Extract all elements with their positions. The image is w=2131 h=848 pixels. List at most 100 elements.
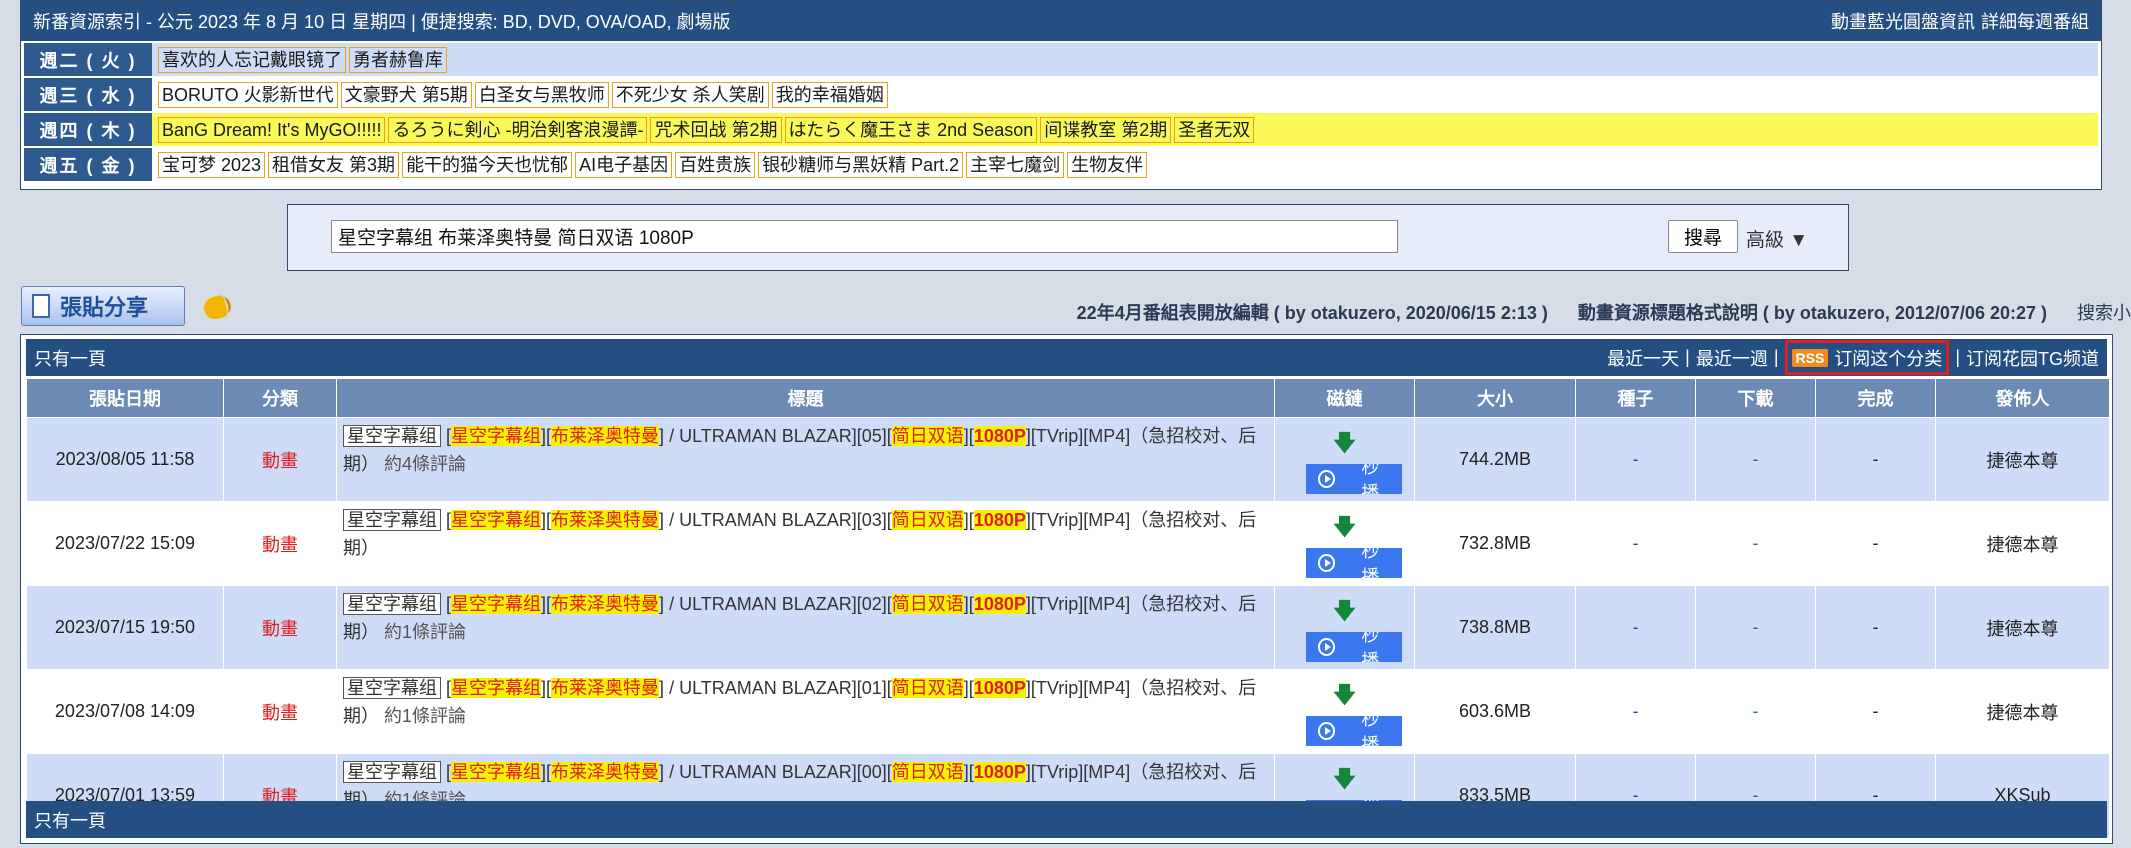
weekday-label: 週二 ( 火 ) bbox=[24, 43, 152, 76]
title-link[interactable]: [星空字幕组][布莱泽奥特曼] / ULTRAMAN BLAZAR][02][简… bbox=[343, 594, 1256, 642]
download-count: - bbox=[1695, 501, 1816, 586]
file-size: 732.8MB bbox=[1414, 501, 1576, 586]
anime-link[interactable]: るろうに剣心 -明治剣客浪漫譚- bbox=[388, 116, 648, 143]
weekday-label: 週四 ( 木 ) bbox=[24, 113, 152, 146]
announcement-links: 22年4月番組表開放編輯 ( by otakuzero, 2020/06/15 … bbox=[1077, 299, 2131, 323]
complete-count: - bbox=[1815, 501, 1936, 586]
category-link[interactable]: 動畫 bbox=[223, 669, 337, 754]
search-help-link[interactable]: 搜索小 bbox=[2077, 299, 2131, 323]
magnet-download-icon[interactable]: 🡇 bbox=[1333, 598, 1356, 623]
anime-link[interactable]: BORUTO 火影新世代 bbox=[158, 81, 338, 108]
title-link[interactable]: [星空字幕组][布莱泽奥特曼] / ULTRAMAN BLAZAR][03][简… bbox=[343, 510, 1256, 558]
anime-link[interactable]: 圣者无双 bbox=[1174, 116, 1255, 143]
rss-icon: RSS bbox=[1791, 348, 1829, 367]
speaker-icon[interactable] bbox=[201, 294, 229, 322]
title-cell: 星空字幕组 [星空字幕组][布莱泽奥特曼] / ULTRAMAN BLAZAR]… bbox=[336, 669, 1275, 754]
anime-link[interactable]: 生物友伴 bbox=[1067, 151, 1148, 178]
magnet-download-icon[interactable]: 🡇 bbox=[1333, 766, 1356, 791]
column-header[interactable]: 張貼日期 bbox=[26, 378, 224, 418]
weekday-label: 週五 ( 金 ) bbox=[24, 148, 152, 181]
magnet-download-icon[interactable]: 🡇 bbox=[1333, 430, 1356, 455]
seed-count: - bbox=[1575, 669, 1696, 754]
anime-link[interactable]: 主宰七魔剑 bbox=[966, 151, 1065, 178]
column-header[interactable]: 標題 bbox=[336, 378, 1275, 418]
search-button[interactable]: 搜尋 bbox=[1668, 220, 1738, 253]
comment-count[interactable]: 約4條評論 bbox=[384, 454, 466, 474]
seed-count: - bbox=[1575, 501, 1696, 586]
search-input[interactable] bbox=[331, 220, 1398, 253]
schedule-edit-link[interactable]: 22年4月番組表開放編輯 ( by otakuzero, 2020/06/15 … bbox=[1077, 299, 1548, 323]
document-icon bbox=[32, 294, 50, 318]
anime-link[interactable]: 百姓贵族 bbox=[675, 151, 756, 178]
anime-link[interactable]: 宝可梦 2023 bbox=[158, 151, 266, 178]
publisher-link[interactable]: 捷德本尊 bbox=[1935, 417, 2110, 502]
anime-link[interactable]: はたらく魔王さま 2nd Season bbox=[784, 116, 1038, 143]
tg-channel-link[interactable]: 订阅花园TG频道 bbox=[1966, 345, 2099, 371]
anime-link[interactable]: 喜欢的人忘记戴眼镜了 bbox=[158, 46, 346, 73]
download-count: - bbox=[1695, 669, 1816, 754]
publisher-link[interactable]: 捷德本尊 bbox=[1935, 501, 2110, 586]
category-link[interactable]: 動畫 bbox=[223, 585, 337, 670]
instant-play-button[interactable]: 秒 播 bbox=[1305, 631, 1402, 662]
weekday-label: 週三 ( 水 ) bbox=[24, 78, 152, 111]
category-link[interactable]: 動畫 bbox=[223, 501, 337, 586]
advanced-search-toggle[interactable]: 高級 ▼ bbox=[1746, 225, 1808, 252]
post-date: 2023/07/08 14:09 bbox=[26, 669, 224, 754]
anime-link[interactable]: 我的幸福婚姻 bbox=[771, 81, 888, 108]
column-header[interactable]: 種子 bbox=[1575, 378, 1696, 418]
index-title[interactable]: 新番資源索引 - 公元 2023 年 8 月 10 日 星期四 | 便捷搜索: … bbox=[33, 8, 730, 34]
title-format-link[interactable]: 動畫資源標題格式說明 ( by otakuzero, 2012/07/06 20… bbox=[1578, 299, 2047, 323]
column-header[interactable]: 下載 bbox=[1695, 378, 1816, 418]
anime-link[interactable]: 银砂糖师与黑妖精 Part.2 bbox=[758, 151, 964, 178]
index-header: 新番資源索引 - 公元 2023 年 8 月 10 日 星期四 | 便捷搜索: … bbox=[21, 1, 2101, 41]
magnet-cell: 🡇 秒 播 bbox=[1274, 585, 1415, 670]
play-label: 秒 播 bbox=[1361, 463, 1386, 494]
magnet-download-icon[interactable]: 🡇 bbox=[1333, 514, 1356, 539]
anime-link[interactable]: 能干的猫今天也忧郁 bbox=[402, 151, 573, 178]
play-icon bbox=[1317, 469, 1335, 488]
subscribe-category-button[interactable]: RSS 订阅这个分类 bbox=[1784, 340, 1950, 375]
instant-play-button[interactable]: 秒 播 bbox=[1305, 715, 1402, 746]
anime-link[interactable]: 咒术回战 第2期 bbox=[650, 116, 782, 143]
title-link[interactable]: [星空字幕组][布莱泽奥特曼] / ULTRAMAN BLAZAR][05][简… bbox=[343, 426, 1256, 474]
comment-count[interactable]: 約1條評論 bbox=[384, 622, 466, 642]
play-icon bbox=[1317, 637, 1335, 656]
category-link[interactable]: 動畫 bbox=[223, 417, 337, 502]
anime-link[interactable]: 不死少女 杀人笑剧 bbox=[611, 81, 769, 108]
title-link[interactable]: [星空字幕组][布莱泽奥特曼] / ULTRAMAN BLAZAR][01][简… bbox=[343, 678, 1256, 726]
weekly-schedule-link[interactable]: 詳細每週番組 bbox=[1981, 8, 2089, 34]
magnet-cell: 🡇 秒 播 bbox=[1274, 417, 1415, 502]
anime-link[interactable]: 勇者赫鲁库 bbox=[349, 46, 447, 73]
comment-count[interactable]: 約1條評論 bbox=[384, 706, 466, 726]
filter-last-day[interactable]: 最近一天 bbox=[1607, 345, 1679, 371]
weekday-row-friday: 週五 ( 金 ) 宝可梦 2023 租借女友 第3期 能干的猫今天也忧郁 AI电… bbox=[24, 148, 2098, 181]
anime-link[interactable]: 间谍教室 第2期 bbox=[1040, 116, 1172, 143]
instant-play-button[interactable]: 秒 播 bbox=[1305, 547, 1402, 578]
column-header[interactable]: 完成 bbox=[1815, 378, 1936, 418]
anime-link[interactable]: 文豪野犬 第5期 bbox=[340, 81, 472, 108]
instant-play-button[interactable]: 秒 播 bbox=[1305, 463, 1402, 494]
anime-link[interactable]: AI电子基因 bbox=[575, 151, 673, 178]
magnet-download-icon[interactable]: 🡇 bbox=[1333, 682, 1356, 707]
weekday-row-tuesday: 週二 ( 火 ) 喜欢的人忘记戴眼镜了 勇者赫鲁库 bbox=[24, 43, 2098, 76]
team-link[interactable]: 星空字幕组 bbox=[343, 425, 441, 447]
anime-link[interactable]: BanG Dream! It's MyGO!!!!! bbox=[158, 116, 386, 143]
team-link[interactable]: 星空字幕组 bbox=[343, 593, 441, 615]
team-link[interactable]: 星空字幕组 bbox=[343, 509, 441, 531]
anime-link[interactable]: 租借女友 第3期 bbox=[268, 151, 400, 178]
publisher-link[interactable]: 捷德本尊 bbox=[1935, 669, 2110, 754]
anime-link[interactable]: 白圣女与黑牧师 bbox=[474, 81, 609, 108]
filter-last-week[interactable]: 最近一週 bbox=[1696, 345, 1768, 371]
complete-count: - bbox=[1815, 585, 1936, 670]
download-count: - bbox=[1695, 585, 1816, 670]
team-link[interactable]: 星空字幕组 bbox=[343, 677, 441, 699]
search-panel: 搜尋 高級 ▼ bbox=[287, 204, 1849, 271]
play-label: 秒 播 bbox=[1361, 547, 1386, 578]
bluray-info-link[interactable]: 動畫藍光圓盤資訊 bbox=[1831, 8, 1975, 34]
download-count: - bbox=[1695, 417, 1816, 502]
column-header[interactable]: 大小 bbox=[1414, 378, 1576, 418]
post-share-button[interactable]: 張貼分享 bbox=[21, 286, 185, 326]
column-header[interactable]: 分類 bbox=[223, 378, 337, 418]
team-link[interactable]: 星空字幕组 bbox=[343, 761, 441, 783]
publisher-link[interactable]: 捷德本尊 bbox=[1935, 585, 2110, 670]
